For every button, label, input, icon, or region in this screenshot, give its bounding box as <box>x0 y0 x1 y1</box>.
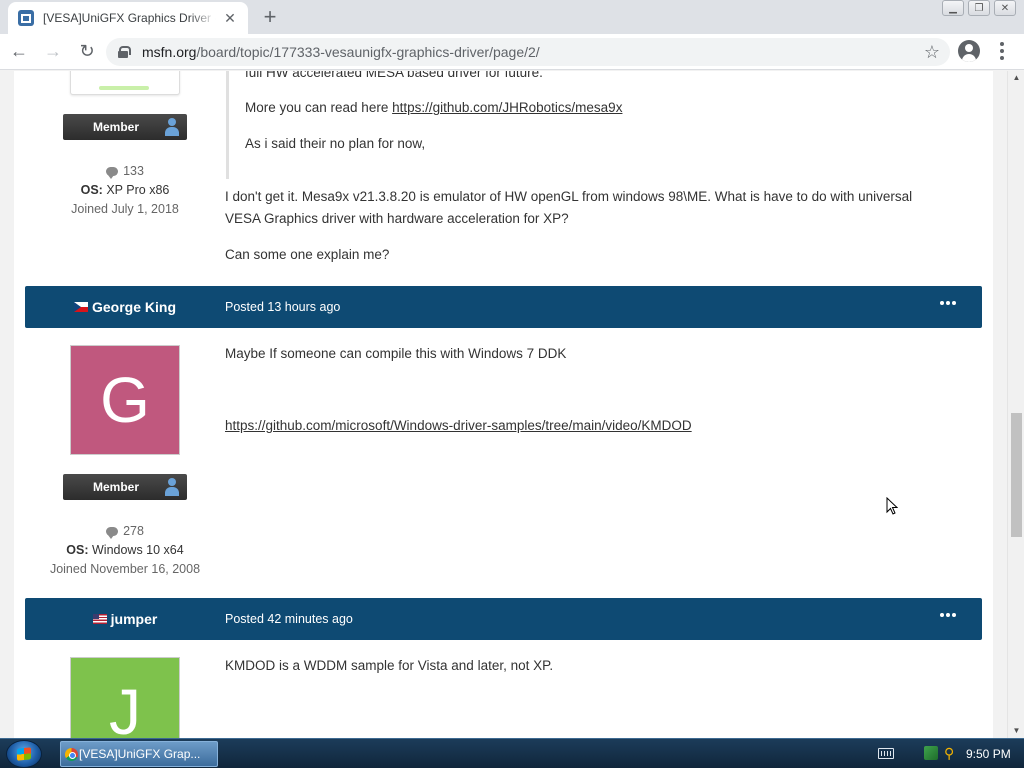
post1-quote-line2: More you can read here https://github.co… <box>245 100 623 115</box>
keyboard-icon[interactable] <box>878 748 894 759</box>
post2-rank-badge: Member <box>63 474 187 500</box>
post1-body-line2: VESA Graphics driver with hardware accel… <box>225 211 569 226</box>
comment-icon <box>106 527 119 539</box>
post1-avatar[interactable] <box>70 71 180 95</box>
post2-joined: Joined November 16, 2008 <box>49 562 201 576</box>
page-scrollbar[interactable]: ▲ ▼ <box>1007 71 1024 738</box>
taskbar-chrome-item[interactable]: [VESA]UniGFX Grap... <box>60 741 218 767</box>
topic-content: Member 133 OS: XP Pro x86 Joined July 1,… <box>14 71 993 738</box>
post2-os: OS: Windows 10 x64 <box>66 543 184 557</box>
start-button[interactable] <box>6 740 42 768</box>
post3-header: jumper Posted 42 minutes ago <box>25 598 982 640</box>
post3-author[interactable]: jumper <box>25 598 225 640</box>
scroll-down-arrow-icon[interactable]: ▼ <box>1008 724 1024 738</box>
post1-body-line1: I don't get it. Mesa9x v21.3.8.20 is emu… <box>225 189 913 204</box>
network-icon[interactable] <box>924 746 938 760</box>
post1-os: OS: XP Pro x86 <box>80 183 170 197</box>
post2-avatar[interactable]: G <box>70 345 180 455</box>
post1-body-line3: Can some one explain me? <box>225 247 390 262</box>
post1-rank-badge: Member <box>63 114 187 140</box>
new-tab-button[interactable]: + <box>258 6 282 30</box>
tab-close-icon[interactable]: ✕ <box>222 10 238 26</box>
mouse-cursor-icon <box>886 497 898 515</box>
search-icon[interactable]: ⚲ <box>944 745 954 762</box>
post3-body-line1: KMDOD is a WDDM sample for Vista and lat… <box>225 658 554 673</box>
page-viewport: Member 133 OS: XP Pro x86 Joined July 1,… <box>0 71 1007 738</box>
post2-body-line1: Maybe If someone can compile this with W… <box>225 346 567 361</box>
close-window-button[interactable]: ✕ <box>994 0 1016 16</box>
member-icon <box>163 117 181 137</box>
browser-toolbar: ← → ↻ msfn.org/board/topic/177333-vesaun… <box>0 34 1024 70</box>
mesa9x-link[interactable]: https://github.com/JHRobotics/mesa9x <box>392 100 622 115</box>
forward-button[interactable]: → <box>38 37 68 67</box>
minimize-button[interactable]: ▁ <box>942 0 964 16</box>
us-flag-icon <box>92 614 107 624</box>
post1-quote-line1: full HW accelerated MESA based driver fo… <box>245 71 543 80</box>
restore-button[interactable]: ❐ <box>968 0 990 16</box>
post2-body-link-line: https://github.com/microsoft/Windows-dri… <box>225 415 692 437</box>
kmdod-link[interactable]: https://github.com/microsoft/Windows-dri… <box>225 418 692 433</box>
account-icon[interactable] <box>958 40 980 62</box>
back-button[interactable]: ← <box>4 37 34 67</box>
post1-quote-line3: As i said their no plan for now, <box>245 136 426 151</box>
post3-more-options-icon[interactable] <box>940 613 956 617</box>
chrome-icon <box>65 748 78 761</box>
windows-taskbar: [VESA]UniGFX Grap... ⚲ 9:50 PM <box>0 738 1024 768</box>
reload-button[interactable]: ↻ <box>72 37 102 67</box>
post1-quote <box>226 71 966 179</box>
post1-post-count[interactable]: 133 <box>25 164 225 179</box>
post3-avatar[interactable]: J <box>70 657 180 738</box>
post2-date[interactable]: Posted 13 hours ago <box>225 286 340 328</box>
lock-icon[interactable] <box>118 46 131 58</box>
post2-header: George King Posted 13 hours ago <box>25 286 982 328</box>
comment-icon <box>106 167 119 179</box>
url-text[interactable]: msfn.org/board/topic/177333-vesaunigfx-g… <box>142 44 540 60</box>
post2-post-count[interactable]: 278 <box>25 524 225 539</box>
czech-flag-icon <box>73 302 88 312</box>
msfn-favicon-icon <box>18 10 34 26</box>
window-controls: ▁ ❐ ✕ <box>942 0 1016 16</box>
tab-strip: [VESA]UniGFX Graphics Driver - V ✕ + ▁ ❐… <box>0 0 1024 34</box>
clock[interactable]: 9:50 PM <box>966 747 1011 761</box>
bookmark-star-icon[interactable]: ☆ <box>924 42 940 63</box>
tab-title: [VESA]UniGFX Graphics Driver - V <box>43 11 216 25</box>
post2-author[interactable]: George King <box>25 286 225 328</box>
scrollbar-thumb[interactable] <box>1011 413 1022 537</box>
post1-joined: Joined July 1, 2018 <box>71 202 179 216</box>
browser-menu-icon[interactable] <box>994 40 1010 62</box>
browser-tab[interactable]: [VESA]UniGFX Graphics Driver - V ✕ <box>8 2 248 34</box>
member-icon <box>163 477 181 497</box>
scroll-up-arrow-icon[interactable]: ▲ <box>1008 71 1024 85</box>
address-bar[interactable]: msfn.org/board/topic/177333-vesaunigfx-g… <box>106 38 950 66</box>
post2-more-options-icon[interactable] <box>940 301 956 305</box>
post3-date[interactable]: Posted 42 minutes ago <box>225 598 353 640</box>
